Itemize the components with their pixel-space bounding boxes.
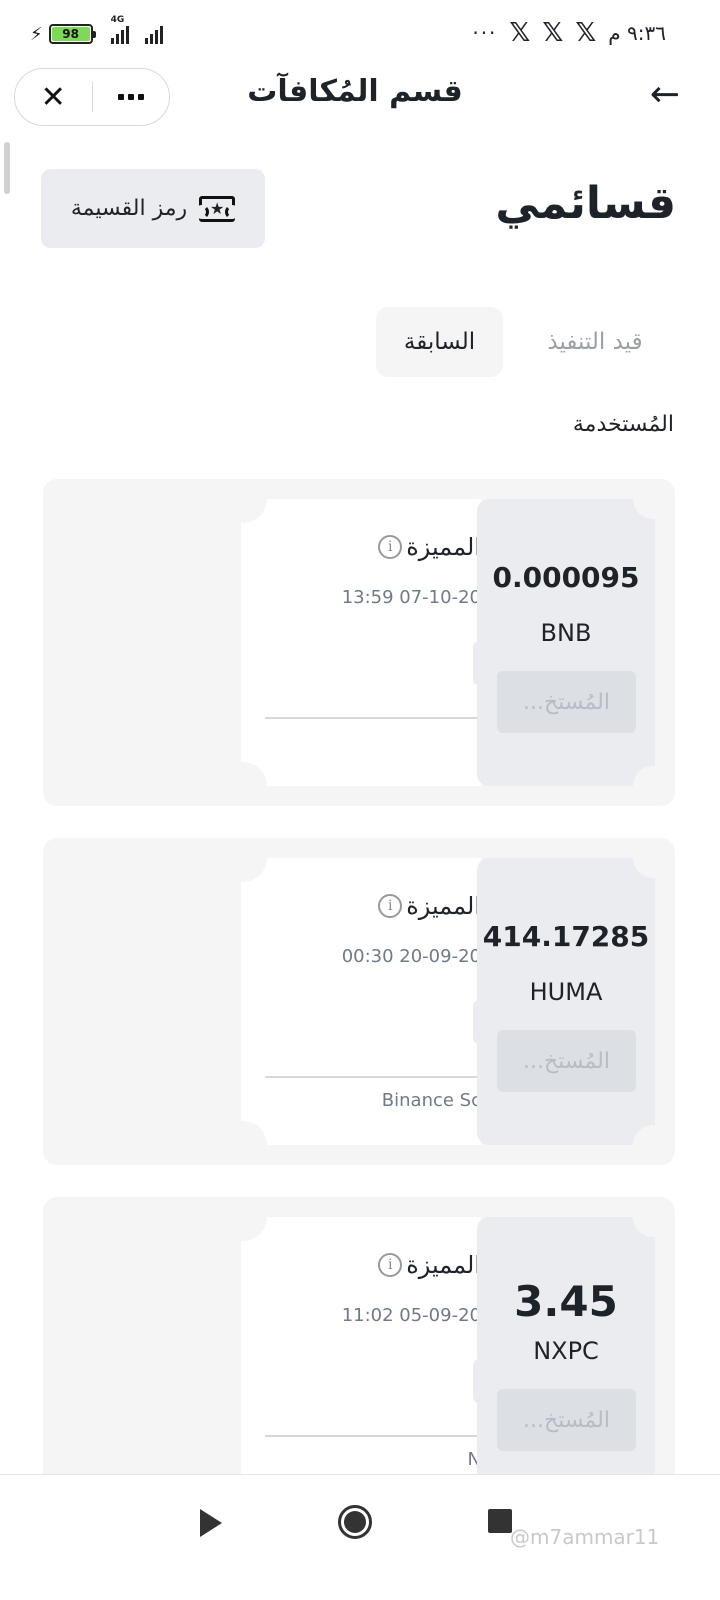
used-status-button: المُستخ...: [497, 1389, 636, 1451]
section-title: قسائمي: [495, 178, 676, 229]
status-bar: ⚡ 98 4G ··· 𝕏 𝕏 𝕏 ٩:٣٦ م: [0, 0, 720, 64]
network-type: 4G: [110, 15, 125, 25]
voucher-ticket: المميزة i 11:02 05-09-20 N 3.45 NXPC الم…: [219, 1197, 655, 1524]
divider: [265, 1435, 481, 1437]
ticket-icon: ★: [195, 195, 240, 222]
voucher-code-button[interactable]: ★ رمز القسيمة: [41, 169, 265, 248]
tab-pending[interactable]: قيد التنفيذ: [520, 307, 670, 377]
nav-recents-button[interactable]: [488, 1509, 512, 1533]
voucher-ticket: المميزة i 13:59 07-10-20 0.000095 BNB ال…: [219, 479, 655, 806]
voucher-currency: HUMA: [529, 978, 603, 1006]
scroll-indicator: [4, 142, 10, 194]
voucher-footer: Binance Sc: [381, 1090, 481, 1111]
voucher-title: المميزة i: [378, 892, 481, 920]
status-right: ··· 𝕏 𝕏 𝕏 ٩:٣٦ م: [472, 18, 666, 48]
x-icon: 𝕏: [575, 18, 597, 48]
voucher-amount: 414.17285: [482, 920, 650, 953]
info-icon[interactable]: i: [378, 535, 403, 559]
arrow-right-icon: ←: [649, 74, 680, 115]
voucher-details: المميزة i 11:02 05-09-20 N: [219, 1197, 481, 1524]
voucher-date: 11:02 05-09-20: [341, 1305, 481, 1326]
voucher-date: 13:59 07-10-20: [341, 587, 481, 608]
x-icon: 𝕏: [509, 18, 531, 48]
used-filter-label: المُستخدمة: [572, 412, 674, 437]
close-button[interactable]: ✕: [15, 69, 92, 125]
charging-icon: ⚡: [30, 23, 43, 45]
voucher-title: المميزة i: [378, 533, 481, 561]
battery-icon: 98: [48, 24, 96, 44]
voucher-date: 00:30 20-09-20: [341, 946, 481, 967]
divider: [265, 717, 481, 719]
watermark: @m7ammar11: [510, 1525, 660, 1549]
voucher-currency: NXPC: [533, 1337, 599, 1365]
voucher-details: المميزة i 00:30 20-09-20 Binance Sc: [219, 838, 481, 1165]
nav-back-button[interactable]: [200, 1509, 222, 1537]
used-status-button: المُستخ...: [497, 1030, 636, 1092]
signal-icon-2: [144, 24, 163, 44]
voucher-amount-panel: 0.000095 BNB المُستخ...: [477, 499, 655, 786]
status-left: ⚡ 98 4G: [30, 15, 163, 46]
voucher-amount-panel: 414.17285 HUMA المُستخ...: [477, 858, 655, 1145]
voucher-amount: 3.45: [514, 1277, 618, 1326]
voucher-details: المميزة i 13:59 07-10-20: [219, 479, 481, 806]
close-icon: ✕: [40, 79, 66, 115]
voucher-card[interactable]: المميزة i 00:30 20-09-20 Binance Sc 414.…: [43, 838, 675, 1165]
signal-icon: 4G: [110, 15, 129, 44]
tab-previous[interactable]: السابقة: [376, 307, 503, 377]
more-icon: [117, 94, 144, 100]
status-overflow: ···: [472, 21, 498, 45]
clock: ٩:٣٦ م: [608, 21, 666, 45]
info-icon[interactable]: i: [378, 894, 403, 918]
x-icon: 𝕏: [542, 18, 564, 48]
system-nav-bar: @m7ammar11: [0, 1474, 720, 1600]
used-status-button: المُستخ...: [497, 671, 636, 733]
voucher-currency: BNB: [540, 619, 592, 647]
info-icon[interactable]: i: [378, 1253, 403, 1277]
mini-program-capsule: ✕: [14, 68, 170, 126]
page-title: قسم المُكافآت: [247, 74, 463, 109]
voucher-code-label: رمز القسيمة: [70, 196, 188, 221]
back-button[interactable]: ←: [650, 74, 680, 115]
battery-level: 98: [51, 27, 90, 41]
voucher-amount: 0.000095: [492, 561, 640, 594]
voucher-amount-panel: 3.45 NXPC المُستخ...: [477, 1217, 655, 1504]
voucher-card[interactable]: المميزة i 13:59 07-10-20 0.000095 BNB ال…: [43, 479, 675, 806]
nav-home-button[interactable]: [338, 1505, 372, 1539]
more-button[interactable]: [93, 69, 170, 125]
divider: [265, 1076, 481, 1078]
voucher-ticket: المميزة i 00:30 20-09-20 Binance Sc 414.…: [219, 838, 655, 1165]
voucher-title: المميزة i: [378, 1251, 481, 1279]
